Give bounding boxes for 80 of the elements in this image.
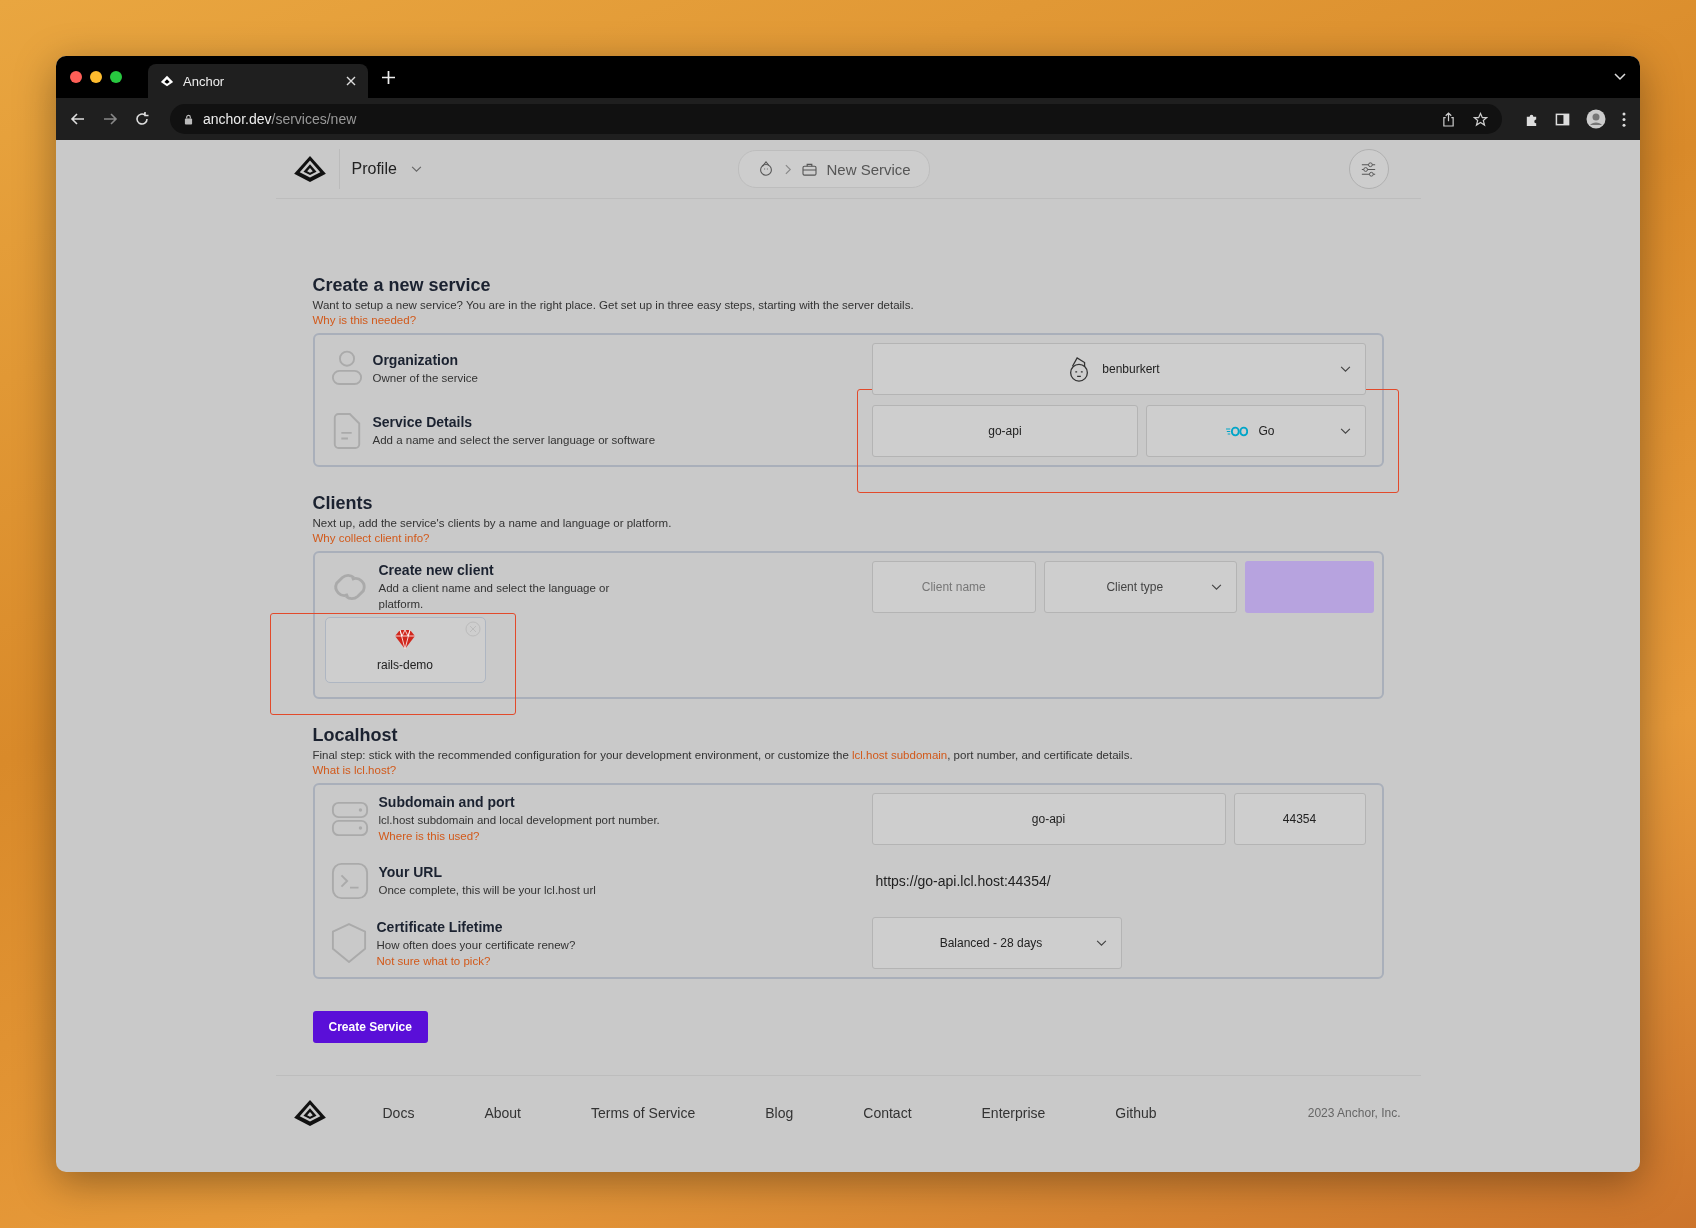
input-field[interactable]: go-api — [871, 793, 1226, 845]
row-title: Subdomain and port — [378, 794, 515, 810]
url-value: https://go-api.lcl.host:44354/ — [874, 873, 1051, 889]
chevron-down-icon — [1339, 365, 1351, 373]
sidebar-icon[interactable] — [1555, 111, 1570, 127]
row-description: Add a client name and select the language or platform. — [378, 581, 611, 612]
client-card[interactable]: rails-demo — [324, 617, 486, 683]
chevron-right-icon — [784, 163, 792, 175]
section-description: Next up, add the service's clients by a name and language or platform. — [312, 517, 672, 529]
copyright-text: 2023 Anchor, Inc. — [1307, 1106, 1401, 1120]
dropdown-value: benburkert — [1102, 362, 1160, 376]
lock-icon — [184, 113, 193, 125]
footer-link[interactable]: Contact — [863, 1105, 912, 1121]
zoom-window-icon[interactable] — [110, 71, 122, 83]
input-field[interactable]: 44354 — [1233, 793, 1366, 845]
close-icon[interactable] — [346, 76, 356, 86]
settings-icon — [1359, 159, 1378, 179]
row-description: Add a name and select the server language or software — [372, 433, 656, 448]
kebab-menu-icon[interactable] — [1622, 111, 1626, 127]
section-description: Final step: stick with the recommended configuration for your development environment, or customize the lcl.host subdomain, port number, and certificate details. — [312, 749, 1133, 761]
dropdown-value: Go — [1258, 424, 1275, 438]
row-description: lcl.host subdomain and local development port number. Where is this used? — [378, 813, 661, 844]
section-title: Clients — [312, 493, 373, 514]
profile-dropdown[interactable]: Profile — [351, 160, 422, 178]
row-description: Once complete, this will be your lcl.host url — [378, 883, 596, 898]
chevron-down-icon — [410, 165, 422, 173]
terminal-icon — [330, 861, 369, 901]
url-text: anchor.dev/services/new — [203, 111, 357, 127]
row-title: Service Details — [372, 414, 473, 430]
row-title: Certificate Lifetime — [376, 919, 503, 935]
share-icon[interactable] — [1442, 111, 1455, 127]
shield-icon — [330, 921, 367, 965]
row-title: Create new client — [378, 562, 494, 578]
layers-logo-icon[interactable] — [292, 1099, 327, 1127]
go-logo-icon — [1226, 425, 1249, 437]
client-name: rails-demo — [377, 658, 433, 672]
footer-link[interactable]: Terms of Service — [591, 1105, 696, 1121]
row-description: How often does your certificate renew? — [376, 938, 576, 953]
new-tab-icon[interactable] — [382, 70, 395, 84]
dropdown-value: Balanced - 28 days — [939, 936, 1043, 950]
section-description: Want to setup a new service? You are in the right place. Get set up in three easy steps, starting with the server details. — [312, 299, 914, 311]
minimize-window-icon[interactable] — [90, 71, 102, 83]
back-icon[interactable] — [70, 111, 86, 127]
server-icon — [330, 799, 369, 839]
input-field[interactable]: go-api — [871, 405, 1139, 457]
reload-icon[interactable] — [134, 111, 150, 127]
row-description: Owner of the service — [372, 371, 478, 386]
forward-icon[interactable] — [102, 111, 118, 127]
footer-link[interactable]: About — [484, 1105, 521, 1121]
create-service-button[interactable]: Create Service — [312, 1011, 428, 1043]
dropdown-placeholder: Client type — [1106, 580, 1164, 594]
section-title: Create a new service — [312, 275, 491, 296]
breadcrumb-current[interactable]: New Service — [826, 160, 911, 178]
close-window-icon[interactable] — [70, 71, 82, 83]
dropdown[interactable]: Balanced - 28 days — [871, 917, 1122, 969]
browser-tab[interactable]: Anchor — [148, 64, 368, 98]
chevron-down-icon — [1210, 583, 1222, 591]
chevron-down-icon[interactable] — [1614, 73, 1626, 81]
ruby-gem-icon — [393, 628, 417, 650]
profile-avatar-icon[interactable] — [1586, 109, 1606, 129]
dropdown[interactable]: Go — [1146, 405, 1366, 457]
star-icon[interactable] — [1473, 111, 1488, 127]
footer-link[interactable]: Github — [1115, 1105, 1157, 1121]
chevron-down-icon — [1095, 939, 1107, 947]
section-title: Localhost — [312, 725, 398, 746]
layers-logo-icon — [160, 74, 174, 88]
chevron-down-icon — [1339, 427, 1351, 435]
dropdown[interactable]: benburkert — [871, 343, 1366, 395]
briefcase-icon — [801, 162, 817, 176]
tab-title: Anchor — [183, 73, 226, 89]
footer-link[interactable]: Docs — [382, 1105, 415, 1121]
layers-logo-icon[interactable] — [292, 155, 327, 183]
row-title: Your URL — [378, 864, 442, 880]
address-bar[interactable]: anchor.dev/services/new — [170, 104, 1502, 134]
settings-button[interactable] — [1348, 149, 1389, 189]
footer-link[interactable]: Blog — [765, 1105, 794, 1121]
dropdown[interactable]: Client type — [1044, 561, 1237, 613]
footer-link[interactable]: Enterprise — [981, 1105, 1046, 1121]
input-field[interactable]: Client name — [871, 561, 1036, 613]
row-title: Organization — [372, 352, 459, 368]
